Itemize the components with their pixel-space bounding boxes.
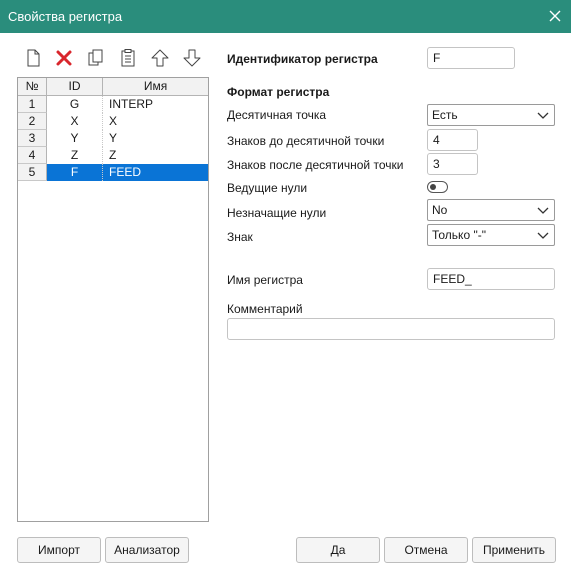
row-id: Y <box>47 130 103 147</box>
register-name-input[interactable] <box>427 268 555 290</box>
trailing-zeros-value: No <box>432 203 448 217</box>
row-number: 3 <box>18 130 47 147</box>
register-name-label: Имя регистра <box>227 273 303 287</box>
copy-icon[interactable] <box>86 48 106 68</box>
row-number: 1 <box>18 96 47 113</box>
row-name: X <box>109 114 118 128</box>
row-id: X <box>47 113 103 130</box>
chevron-down-icon <box>537 207 549 214</box>
title-bar: Свойства регистра <box>0 0 571 33</box>
register-id-input[interactable] <box>427 47 515 69</box>
cancel-button[interactable]: Отмена <box>384 537 468 563</box>
row-number: 5 <box>18 164 47 181</box>
import-button[interactable]: Импорт <box>17 537 101 563</box>
sign-select[interactable]: Только "-" <box>427 224 555 246</box>
leading-zeros-toggle[interactable] <box>427 181 448 193</box>
comment-label: Комментарий <box>227 302 303 316</box>
row-id: Z <box>47 147 103 164</box>
close-icon[interactable] <box>545 6 565 26</box>
sign-label: Знак <box>227 230 253 244</box>
leading-zeros-label: Ведущие нули <box>227 181 308 195</box>
paste-icon[interactable] <box>118 48 138 68</box>
chevron-down-icon <box>537 112 549 119</box>
row-id: F <box>47 164 103 181</box>
table-row[interactable]: 1 G INTERP <box>18 96 208 113</box>
window-title: Свойства регистра <box>8 9 123 24</box>
move-up-icon[interactable] <box>150 48 170 68</box>
row-number: 4 <box>18 147 47 164</box>
digits-after-label: Знаков после десятичной точки <box>227 158 404 172</box>
table-row[interactable]: 3 Y Y <box>18 130 208 147</box>
col-header-num[interactable]: № <box>18 78 47 95</box>
new-icon[interactable] <box>23 48 43 68</box>
row-name: Z <box>109 148 117 162</box>
sign-value: Только "-" <box>432 228 486 242</box>
register-table[interactable]: № ID Имя 1 G INTERP 2 X X 3 Y Y 4 Z Z 5 … <box>17 77 209 522</box>
row-number: 2 <box>18 113 47 130</box>
row-name: FEED <box>103 164 208 181</box>
analyzer-button[interactable]: Анализатор <box>105 537 189 563</box>
comment-input[interactable] <box>227 318 555 340</box>
toggle-knob <box>430 184 436 190</box>
format-heading: Формат регистра <box>227 85 330 99</box>
digits-before-input[interactable] <box>427 129 478 151</box>
ok-button[interactable]: Да <box>296 537 380 563</box>
table-row-selected[interactable]: 5 F FEED <box>18 164 208 181</box>
col-header-name[interactable]: Имя <box>103 78 208 95</box>
trailing-zeros-label: Незначащие нули <box>227 206 327 220</box>
decimal-point-value: Есть <box>432 108 458 122</box>
move-down-icon[interactable] <box>182 48 202 68</box>
row-name: INTERP <box>109 97 154 111</box>
trailing-zeros-select[interactable]: No <box>427 199 555 221</box>
row-name: Y <box>109 131 118 145</box>
table-row[interactable]: 4 Z Z <box>18 147 208 164</box>
col-header-id[interactable]: ID <box>47 78 103 95</box>
digits-before-label: Знаков до десятичной точки <box>227 134 385 148</box>
table-row[interactable]: 2 X X <box>18 113 208 130</box>
row-id: G <box>47 96 103 113</box>
apply-button[interactable]: Применить <box>472 537 556 563</box>
register-id-label: Идентификатор регистра <box>227 52 378 66</box>
digits-after-input[interactable] <box>427 153 478 175</box>
decimal-point-select[interactable]: Есть <box>427 104 555 126</box>
decimal-point-label: Десятичная точка <box>227 108 327 122</box>
delete-icon[interactable] <box>54 48 74 68</box>
chevron-down-icon <box>537 232 549 239</box>
table-header: № ID Имя <box>18 78 208 96</box>
